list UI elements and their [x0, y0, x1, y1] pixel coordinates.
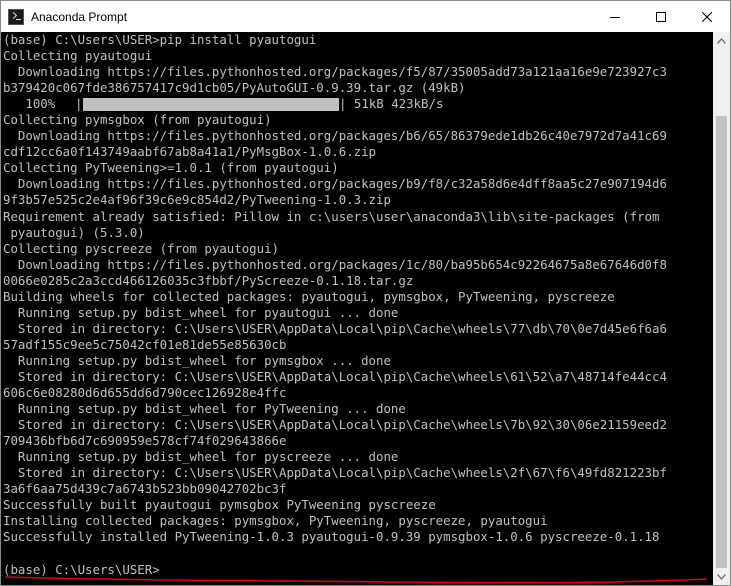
maximize-button[interactable]	[638, 1, 684, 32]
terminal-line: Collecting pyautogui	[3, 48, 153, 64]
terminal-line: Collecting pymsgbox (from pyautogui)	[3, 112, 272, 128]
terminal-line: Downloading https://files.pythonhosted.o…	[3, 64, 667, 80]
title-bar[interactable]: Anaconda Prompt	[1, 1, 730, 32]
scroll-down-button[interactable]	[713, 568, 730, 585]
close-icon	[702, 11, 712, 22]
terminal-line: 3a6f6aa75d439c7a6743b523bb09042702bc3f	[3, 481, 287, 497]
terminal-line: Requirement already satisfied: Pillow in…	[3, 208, 660, 224]
minimize-button[interactable]	[592, 1, 638, 32]
terminal-line: 9f3b57e525c2e4af96f39c6e9c854d2/PyTweeni…	[3, 192, 391, 208]
terminal-output: (base) C:\Users\USER>pip install pyautog…	[3, 32, 711, 578]
terminal-line: Successfully built pyautogui pymsgbox Py…	[3, 497, 436, 513]
progress-percent: 100%	[3, 96, 56, 112]
terminal-line: Downloading https://files.pythonhosted.o…	[3, 176, 667, 192]
arrow-up-icon	[717, 37, 726, 44]
terminal-line: Downloading https://files.pythonhosted.o…	[3, 256, 667, 272]
vertical-scrollbar[interactable]	[713, 32, 730, 585]
terminal-line: Successfully installed PyTweening-1.0.3 …	[3, 529, 660, 545]
close-button[interactable]	[684, 1, 730, 32]
download-progress: 100% | | 51kB 423kB/s	[3, 96, 711, 112]
arrow-down-icon	[717, 573, 726, 580]
terminal-line: Stored in directory: C:\Users\USER\AppDa…	[3, 465, 667, 481]
terminal-line: cdf12cc6a0f143749aabf67ab8a41a1/PyMsgBox…	[3, 144, 376, 160]
terminal-line: Stored in directory: C:\Users\USER\AppDa…	[3, 320, 667, 336]
terminal-line: Collecting PyTweening>=1.0.1 (from pyaut…	[3, 160, 339, 176]
red-underline-annotation	[4, 576, 708, 584]
maximize-icon	[656, 11, 666, 22]
scroll-up-button[interactable]	[713, 32, 730, 49]
minimize-icon	[610, 16, 620, 18]
terminal-line: Running setup.py bdist_wheel for pyautog…	[3, 304, 399, 320]
progress-stats: | 51kB 423kB/s	[339, 96, 444, 112]
terminal-line: b379420c067fde386757417c9d1cb05/PyAutoGU…	[3, 80, 466, 96]
terminal-line: Downloading https://files.pythonhosted.o…	[3, 128, 667, 144]
console-app-icon	[8, 8, 24, 25]
anaconda-prompt-window: Anaconda Prompt (base) C:\Users\USER>pip…	[0, 0, 731, 586]
terminal-line: pyautogui) (5.3.0)	[3, 224, 145, 240]
terminal-line: 709436bfb6d7c690959e578cf74f029643866e	[3, 433, 287, 449]
terminal-line: Running setup.py bdist_wheel for pyscree…	[3, 449, 399, 465]
terminal-line: Stored in directory: C:\Users\USER\AppDa…	[3, 417, 667, 433]
progress-open-bracket: |	[75, 96, 83, 112]
terminal-line: Running setup.py bdist_wheel for pymsgbo…	[3, 352, 391, 368]
terminal-line: Installing collected packages: pymsgbox,…	[3, 513, 548, 529]
scrollbar-thumb[interactable]	[716, 116, 727, 568]
terminal-line: Building wheels for collected packages: …	[3, 288, 615, 304]
terminal-line: (base) C:\Users\USER>pip install pyautog…	[3, 32, 317, 47]
terminal-line: Stored in directory: C:\Users\USER\AppDa…	[3, 368, 667, 384]
terminal-line: Running setup.py bdist_wheel for PyTween…	[3, 401, 406, 417]
terminal-line: 606c6e08280d6d655dd6d790cec126928e4ffc	[3, 385, 287, 401]
terminal-area[interactable]: (base) C:\Users\USER>pip install pyautog…	[1, 32, 713, 585]
terminal-line: 57adf155c9ee5c75042cf01e81de55e85630cb	[3, 336, 287, 352]
terminal-line: 0066e0285c2a3ccd466126035c3fbbf/PyScreez…	[3, 272, 414, 288]
progress-bar-fill	[83, 98, 339, 112]
terminal-line: Collecting pyscreeze (from pyautogui)	[3, 240, 280, 256]
window-title: Anaconda Prompt	[31, 9, 128, 24]
